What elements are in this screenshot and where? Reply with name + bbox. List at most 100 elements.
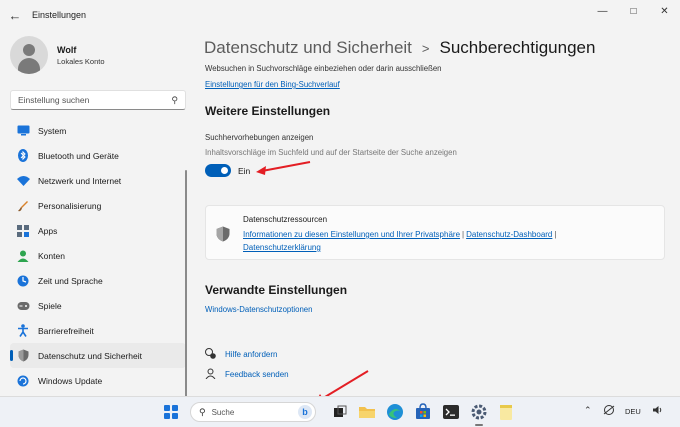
language-indicator[interactable]: DEU bbox=[625, 407, 641, 416]
taskbar-search-placeholder: Suche bbox=[211, 407, 235, 417]
sidebar-item-accessibility[interactable]: Barrierefreiheit bbox=[10, 318, 186, 343]
sidebar-item-windows-update[interactable]: Windows Update bbox=[10, 368, 186, 393]
sidebar-item-label: Zeit und Sprache bbox=[38, 275, 103, 286]
wifi-icon bbox=[16, 174, 30, 188]
sidebar-item-label: Bluetooth und Geräte bbox=[38, 150, 119, 161]
title-bar: ← Einstellungen — □ ✕ bbox=[0, 0, 680, 30]
send-feedback-link[interactable]: Feedback senden bbox=[205, 368, 289, 381]
sidebar-item-label: Datenschutz und Sicherheit bbox=[38, 350, 142, 361]
breadcrumb: Datenschutz und Sicherheit > Suchberecht… bbox=[204, 38, 595, 58]
avatar bbox=[10, 36, 48, 74]
send-feedback-label: Feedback senden bbox=[225, 370, 289, 379]
file-explorer-icon[interactable] bbox=[358, 403, 376, 421]
websearch-description: Websuchen in Suchvorschläge einbeziehen … bbox=[205, 64, 442, 73]
gamepad-icon bbox=[16, 299, 30, 313]
breadcrumb-parent[interactable]: Datenschutz und Sicherheit bbox=[204, 38, 412, 58]
taskbar: ⚲ Suche b ⌃ DEU bbox=[0, 396, 680, 427]
minimize-icon: — bbox=[597, 5, 608, 17]
update-icon bbox=[16, 374, 30, 388]
sidebar-nav: System Bluetooth und Geräte Netzwerk und… bbox=[10, 118, 186, 393]
privacy-resources-card: Datenschutzressourcen Informationen zu d… bbox=[205, 205, 665, 260]
sidebar-item-label: Personalisierung bbox=[38, 200, 102, 211]
more-settings-heading: Weitere Einstellungen bbox=[205, 104, 331, 118]
close-button[interactable]: ✕ bbox=[649, 0, 680, 22]
monitor-icon bbox=[16, 124, 30, 138]
sidebar-item-privacy-security[interactable]: Datenschutz und Sicherheit bbox=[10, 343, 186, 368]
sidebar: Wolf Lokales Konto Einstellung suchen ⚲ … bbox=[0, 30, 196, 398]
sidebar-item-system[interactable]: System bbox=[10, 118, 186, 143]
get-help-link[interactable]: Hilfe anfordern bbox=[205, 348, 277, 361]
toggle-state-label: Ein bbox=[238, 166, 251, 176]
task-view-icon[interactable] bbox=[331, 403, 349, 421]
highlights-title: Suchhervorhebungen anzeigen bbox=[205, 133, 314, 142]
privacy-dashboard-link[interactable]: Datenschutz-Dashboard bbox=[466, 230, 552, 239]
get-help-label: Hilfe anfordern bbox=[225, 350, 278, 359]
back-button[interactable]: ← bbox=[0, 0, 30, 30]
sidebar-item-label: System bbox=[38, 125, 67, 136]
taskbar-search-box[interactable]: ⚲ Suche b bbox=[190, 402, 316, 422]
maximize-button[interactable]: □ bbox=[618, 0, 649, 22]
search-icon: ⚲ bbox=[171, 94, 178, 105]
help-icon bbox=[205, 348, 217, 361]
search-icon: ⚲ bbox=[199, 406, 206, 417]
highlights-toggle[interactable] bbox=[205, 164, 231, 177]
arrow-left-icon: ← bbox=[8, 7, 22, 23]
sidebar-item-personalization[interactable]: Personalisierung bbox=[10, 193, 186, 218]
feedback-icon bbox=[205, 368, 217, 381]
start-button[interactable] bbox=[164, 405, 178, 419]
person-icon bbox=[16, 249, 30, 263]
sidebar-item-accounts[interactable]: Konten bbox=[10, 243, 186, 268]
page-title: Suchberechtigungen bbox=[439, 38, 596, 57]
bing-history-link[interactable]: Einstellungen für den Bing-Suchverlauf bbox=[205, 80, 340, 89]
breadcrumb-separator: > bbox=[421, 41, 430, 56]
chevron-up-icon[interactable]: ⌃ bbox=[584, 405, 592, 416]
settings-search-input[interactable]: Einstellung suchen ⚲ bbox=[10, 90, 186, 110]
profile-account-type: Lokales Konto bbox=[57, 56, 105, 66]
main-content: Datenschutz und Sicherheit > Suchberecht… bbox=[196, 30, 680, 396]
related-settings-heading: Verwandte Einstellungen bbox=[205, 283, 348, 297]
network-icon[interactable] bbox=[603, 405, 615, 417]
brush-icon bbox=[16, 199, 30, 213]
shield-icon bbox=[216, 226, 230, 245]
sidebar-item-label: Konten bbox=[38, 250, 65, 261]
link-separator: | bbox=[554, 230, 557, 239]
minimize-button[interactable]: — bbox=[587, 0, 618, 22]
sidebar-item-time-language[interactable]: Zeit und Sprache bbox=[10, 268, 186, 293]
globe-clock-icon bbox=[16, 274, 30, 288]
terminal-icon[interactable] bbox=[442, 403, 460, 421]
store-icon[interactable] bbox=[414, 403, 432, 421]
highlights-description: Inhaltsvorschläge im Suchfeld und auf de… bbox=[205, 148, 457, 157]
privacy-resources-links: Informationen zu diesen Einstellungen un… bbox=[243, 228, 623, 254]
close-icon: ✕ bbox=[660, 5, 669, 17]
sidebar-item-bluetooth[interactable]: Bluetooth und Geräte bbox=[10, 143, 186, 168]
edge-browser-icon[interactable] bbox=[386, 403, 404, 421]
profile[interactable]: Wolf Lokales Konto bbox=[10, 36, 105, 74]
sidebar-item-label: Barrierefreiheit bbox=[38, 325, 94, 336]
privacy-statement-link[interactable]: Datenschutzerklärung bbox=[243, 243, 321, 252]
annotation-arrow bbox=[256, 161, 311, 175]
sidebar-item-label: Netzwerk und Internet bbox=[38, 175, 122, 186]
sidebar-scrollbar[interactable] bbox=[185, 170, 187, 398]
privacy-info-link[interactable]: Informationen zu diesen Einstellungen un… bbox=[243, 230, 460, 239]
search-placeholder: Einstellung suchen bbox=[18, 95, 90, 105]
sidebar-item-network[interactable]: Netzwerk und Internet bbox=[10, 168, 186, 193]
bing-icon[interactable]: b bbox=[298, 405, 312, 419]
notepad-icon[interactable] bbox=[497, 403, 515, 421]
sidebar-item-label: Apps bbox=[38, 225, 58, 236]
settings-app-icon[interactable] bbox=[470, 403, 488, 426]
sidebar-item-apps[interactable]: Apps bbox=[10, 218, 186, 243]
link-separator: | bbox=[462, 230, 465, 239]
bluetooth-icon bbox=[16, 149, 30, 163]
profile-name: Wolf bbox=[57, 44, 77, 55]
apps-icon bbox=[16, 224, 30, 238]
privacy-resources-title: Datenschutzressourcen bbox=[243, 215, 328, 224]
shield-icon bbox=[16, 349, 30, 363]
app-title: Einstellungen bbox=[32, 10, 87, 20]
volume-icon[interactable] bbox=[652, 405, 664, 417]
sidebar-item-gaming[interactable]: Spiele bbox=[10, 293, 186, 318]
windows-privacy-options-link[interactable]: Windows-Datenschutzoptionen bbox=[205, 305, 312, 314]
sidebar-item-label: Spiele bbox=[38, 300, 62, 311]
maximize-icon: □ bbox=[630, 5, 637, 17]
window-controls: — □ ✕ bbox=[587, 0, 680, 22]
sidebar-item-label: Windows Update bbox=[38, 375, 103, 386]
